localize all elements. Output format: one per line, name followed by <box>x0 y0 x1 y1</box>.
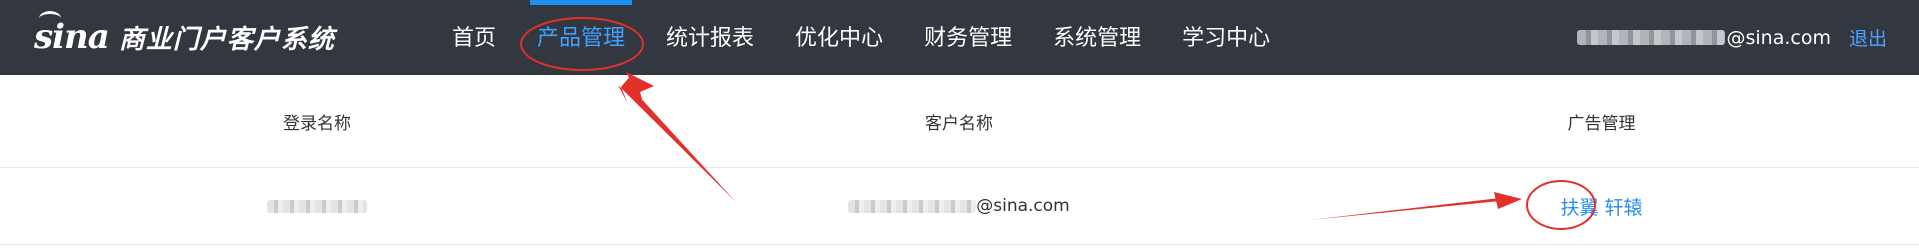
redacted-username <box>1576 30 1725 45</box>
user-email-domain: @sina.com <box>1726 26 1831 49</box>
annotation-circle-nav <box>520 17 644 71</box>
table-row: @sina.com 扶翼 轩辕 <box>0 168 1919 245</box>
nav-item-optimization-center[interactable]: 优化中心 <box>795 0 883 75</box>
nav-item-home[interactable]: 首页 <box>452 0 496 75</box>
logout-link[interactable]: 退出 <box>1849 24 1887 51</box>
cell-customer-name: @sina.com <box>634 168 1284 244</box>
header-login-name: 登录名称 <box>283 113 351 134</box>
logo-mark: sina <box>34 11 110 54</box>
logo-eye-icon <box>39 11 61 26</box>
cell-ad-management: 扶翼 轩辕 <box>1284 168 1919 244</box>
redacted-customer-name <box>848 199 977 213</box>
account-table: 登录名称 客户名称 广告管理 @sina.com 扶翼 轩辕 <box>0 75 1919 245</box>
table-header-row: 登录名称 客户名称 广告管理 <box>0 75 1919 168</box>
nav-item-learning-center[interactable]: 学习中心 <box>1182 0 1270 75</box>
user-account: @sina.com 退出 <box>1576 0 1887 75</box>
annotation-circle-ad-link <box>1526 180 1596 230</box>
customer-email-domain: @sina.com <box>976 196 1070 216</box>
header-customer-name: 客户名称 <box>925 113 993 134</box>
system-name: 商业门户客户系统 <box>118 24 335 55</box>
header-ad-management: 广告管理 <box>1567 113 1636 134</box>
redacted-login-name <box>267 199 367 213</box>
nav-item-finance-management[interactable]: 财务管理 <box>924 0 1012 75</box>
nav-item-system-management[interactable]: 系统管理 <box>1053 0 1141 75</box>
top-navigation-bar: sina 商业门户客户系统 首页 产品管理 统计报表 优化中心 财务管理 系统管… <box>0 0 1919 75</box>
nav-item-statistics-reports[interactable]: 统计报表 <box>666 0 754 75</box>
cell-login-name <box>0 168 634 244</box>
sina-logo[interactable]: sina 商业门户客户系统 <box>34 11 335 60</box>
